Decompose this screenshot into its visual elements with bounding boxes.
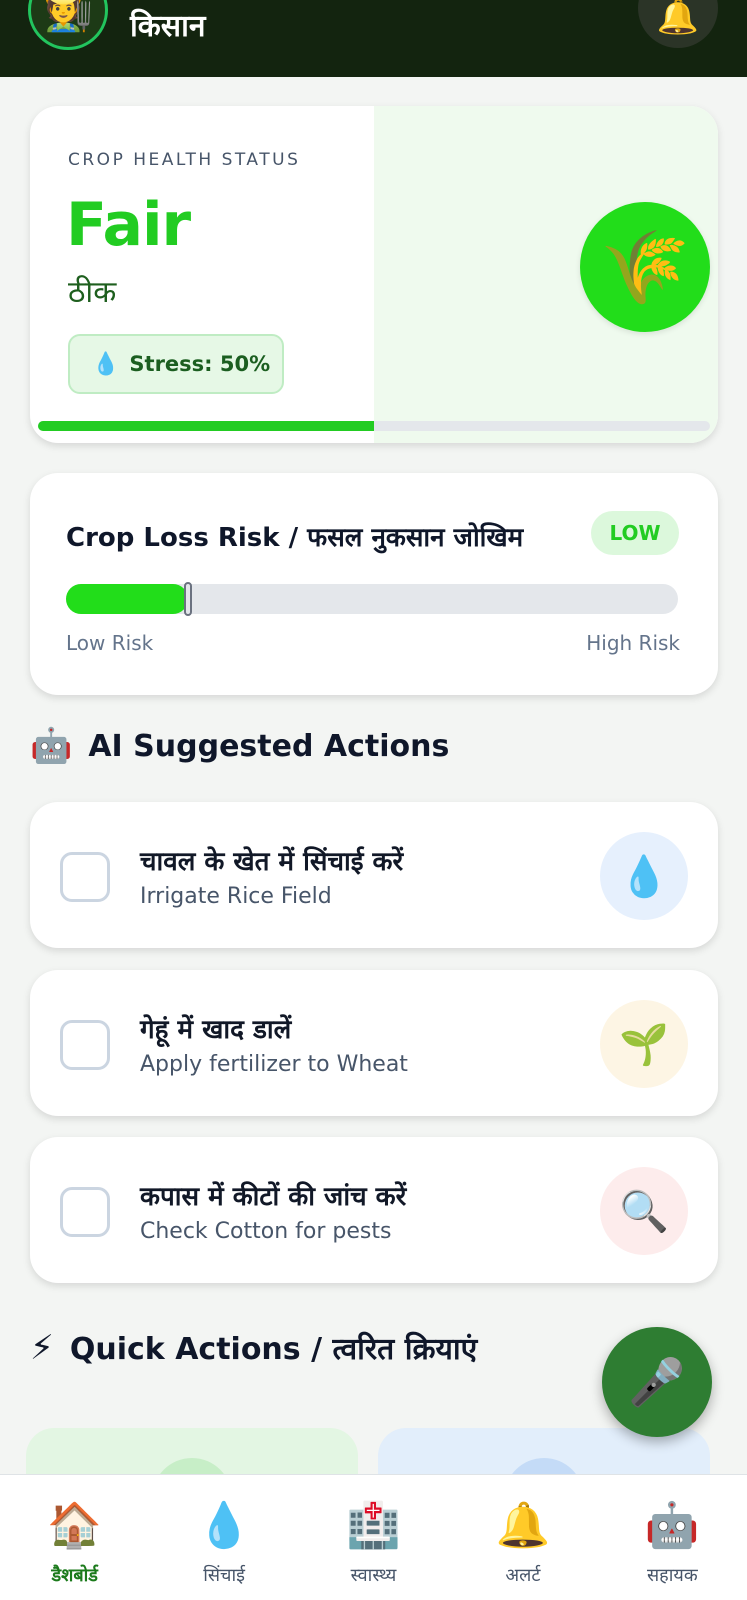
stress-badge: 💧 Stress: 50%: [68, 334, 284, 394]
bottom-navigation: 🏠 डैशबोर्ड 💧 सिंचाई 🏥 स्वास्थ्य 🔔 अलर्ट …: [0, 1474, 747, 1600]
nav-item-alerts[interactable]: 🔔 अलर्ट: [448, 1475, 597, 1600]
robot-icon: 🤖: [644, 1500, 700, 1551]
rice-glyph: 🌾: [600, 224, 690, 309]
magnifier-glyph: 🔍: [619, 1188, 669, 1235]
crop-loss-risk-card: Crop Loss Risk / फसल नुकसान जोखिम LOW Lo…: [30, 473, 718, 695]
nav-label: डैशबोर्ड: [51, 1565, 98, 1586]
action-card-fertilizer[interactable]: गेहूं में खाद डालें Apply fertilizer to …: [30, 970, 718, 1116]
magnifier-icon: 🔍: [600, 1167, 688, 1255]
task-title-english: Apply fertilizer to Wheat: [140, 1052, 408, 1077]
quick-actions-heading: ⚡ Quick Actions / त्वरित क्रियाएं: [30, 1327, 477, 1368]
top-app-bar: 🧑‍🌾 किसान 🔔: [0, 0, 747, 77]
nav-label: अलर्ट: [505, 1565, 541, 1586]
low-risk-label: Low Risk: [66, 631, 154, 655]
lightning-icon: ⚡: [30, 1327, 54, 1368]
crop-health-progress-fill: [38, 421, 374, 431]
nav-label: सिंचाई: [203, 1565, 245, 1586]
task-title-english: Irrigate Rice Field: [140, 884, 332, 909]
nav-item-irrigation[interactable]: 💧 सिंचाई: [149, 1475, 298, 1600]
nav-label: सहायक: [647, 1565, 698, 1586]
task-title-hindi: गेहूं में खाद डालें: [140, 1015, 292, 1045]
voice-assistant-button[interactable]: 🎤: [602, 1327, 712, 1437]
task-checkbox[interactable]: [60, 852, 110, 902]
crop-health-label: CROP HEALTH STATUS: [68, 150, 301, 170]
droplet-icon: 💧: [92, 351, 120, 377]
nav-label: स्वास्थ्य: [350, 1565, 397, 1586]
task-title-hindi: चावल के खेत में सिंचाई करें: [140, 847, 404, 877]
robot-icon: 🤖: [30, 726, 73, 766]
action-card-irrigate[interactable]: चावल के खेत में सिंचाई करें Irrigate Ric…: [30, 802, 718, 948]
bell-icon: 🔔: [495, 1500, 551, 1551]
bell-icon: 🔔: [656, 0, 700, 37]
droplet-icon: 💧: [600, 832, 688, 920]
notifications-button[interactable]: 🔔: [638, 0, 718, 48]
droplet-icon: 💧: [196, 1500, 252, 1551]
risk-meter: [66, 582, 678, 616]
seedling-icon: 🌱: [600, 1000, 688, 1088]
app-title: किसान: [130, 9, 206, 44]
task-title-english: Check Cotton for pests: [140, 1219, 392, 1244]
task-checkbox[interactable]: [60, 1187, 110, 1237]
crop-health-card[interactable]: CROP HEALTH STATUS Fair ठीक 💧 Stress: 50…: [30, 106, 718, 443]
droplet-glyph: 💧: [619, 853, 669, 900]
farmer-avatar[interactable]: 🧑‍🌾: [28, 0, 108, 50]
risk-meter-handle: [184, 582, 193, 616]
nav-item-dashboard[interactable]: 🏠 डैशबोर्ड: [0, 1475, 149, 1600]
task-title-hindi: कपास में कीटों की जांच करें: [140, 1182, 407, 1212]
section-title: Quick Actions / त्वरित क्रियाएं: [69, 1332, 478, 1367]
crop-health-value-hindi: ठीक: [68, 275, 117, 310]
action-card-pest-check[interactable]: कपास में कीटों की जांच करें Check Cotton…: [30, 1137, 718, 1283]
hospital-icon: 🏥: [346, 1500, 401, 1551]
nav-item-health[interactable]: 🏥 स्वास्थ्य: [299, 1475, 448, 1600]
section-title: AI Suggested Actions: [88, 728, 450, 764]
risk-level-badge: LOW: [591, 511, 679, 555]
seedling-glyph: 🌱: [619, 1021, 669, 1068]
crop-health-value: Fair: [66, 190, 191, 260]
high-risk-label: High Risk: [586, 631, 680, 655]
house-icon: 🏠: [47, 1500, 103, 1551]
ai-suggested-actions-heading: 🤖 AI Suggested Actions: [30, 726, 449, 766]
microphone-icon: 🎤: [628, 1354, 686, 1409]
nav-item-assistant[interactable]: 🤖 सहायक: [598, 1475, 747, 1600]
stress-text: Stress: 50%: [129, 352, 271, 376]
crop-health-progress: [38, 421, 710, 431]
crop-loss-risk-title: Crop Loss Risk / फसल नुकसान जोखिम: [66, 523, 524, 553]
task-checkbox[interactable]: [60, 1020, 110, 1070]
farmer-icon: 🧑‍🌾: [43, 0, 93, 34]
rice-icon: 🌾: [580, 202, 710, 332]
risk-meter-fill: [66, 584, 189, 614]
